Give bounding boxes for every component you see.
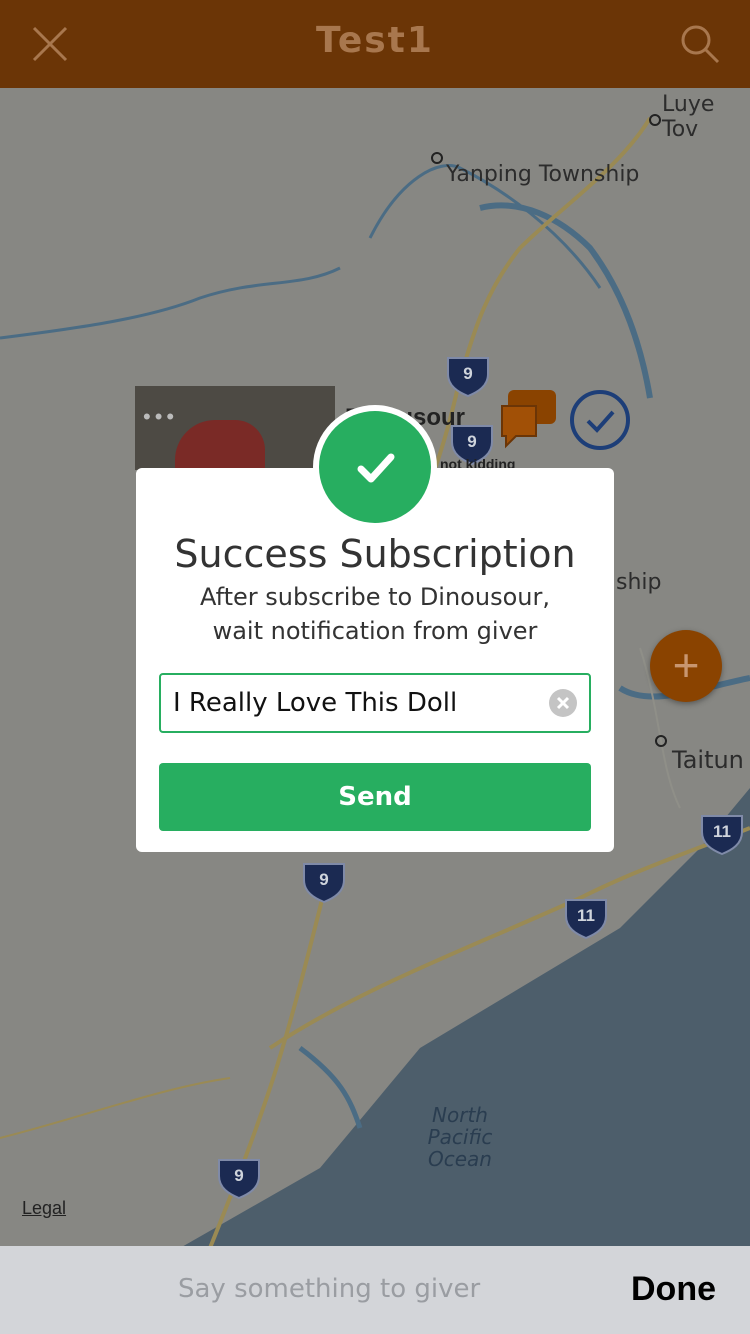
dialog-message: After subscribe to Dinousour, wait notif…	[156, 580, 594, 648]
highway-shield: 11	[698, 812, 746, 856]
success-check-badge	[313, 405, 437, 529]
dialog-title: Success Subscription	[174, 532, 576, 576]
bottom-input-bar: Say something to giver Done	[0, 1246, 750, 1334]
highway-shield: 9	[215, 1156, 263, 1200]
item-photo	[175, 420, 265, 470]
plus-icon: +	[672, 639, 700, 691]
send-button[interactable]: Send	[159, 763, 591, 831]
map-label-ship: ship	[616, 570, 662, 595]
highway-shield: 11	[562, 896, 610, 940]
dialog-message-line1: After subscribe to Dinousour,	[200, 583, 550, 611]
subscribed-check-icon[interactable]	[568, 388, 632, 452]
chat-bubbles-icon[interactable]	[494, 388, 558, 452]
more-icon: •••	[143, 404, 179, 429]
highway-shield: 9	[444, 354, 492, 398]
message-field[interactable]	[159, 673, 591, 733]
clear-icon[interactable]	[549, 689, 577, 717]
done-button[interactable]: Done	[631, 1270, 716, 1309]
add-button[interactable]: +	[650, 630, 722, 702]
page-title: Test1	[316, 20, 434, 61]
map-label-yanping: Yanping Township	[446, 162, 640, 187]
ocean-label: North Pacific Ocean	[427, 1103, 493, 1171]
map-label-luye: Luye Tov	[662, 92, 715, 142]
highway-shield: 9	[300, 860, 348, 904]
dialog-message-line2: wait notification from giver	[212, 617, 538, 645]
giver-message-input[interactable]: Say something to giver	[178, 1274, 480, 1304]
search-icon[interactable]	[678, 22, 722, 66]
legal-link[interactable]: Legal	[22, 1198, 66, 1219]
top-bar: Test1	[0, 0, 750, 88]
item-thumbnail[interactable]: •••	[135, 386, 335, 470]
checkmark-icon	[357, 453, 395, 483]
message-input[interactable]	[173, 675, 533, 731]
map-label-taitung: Taitun	[672, 746, 744, 774]
